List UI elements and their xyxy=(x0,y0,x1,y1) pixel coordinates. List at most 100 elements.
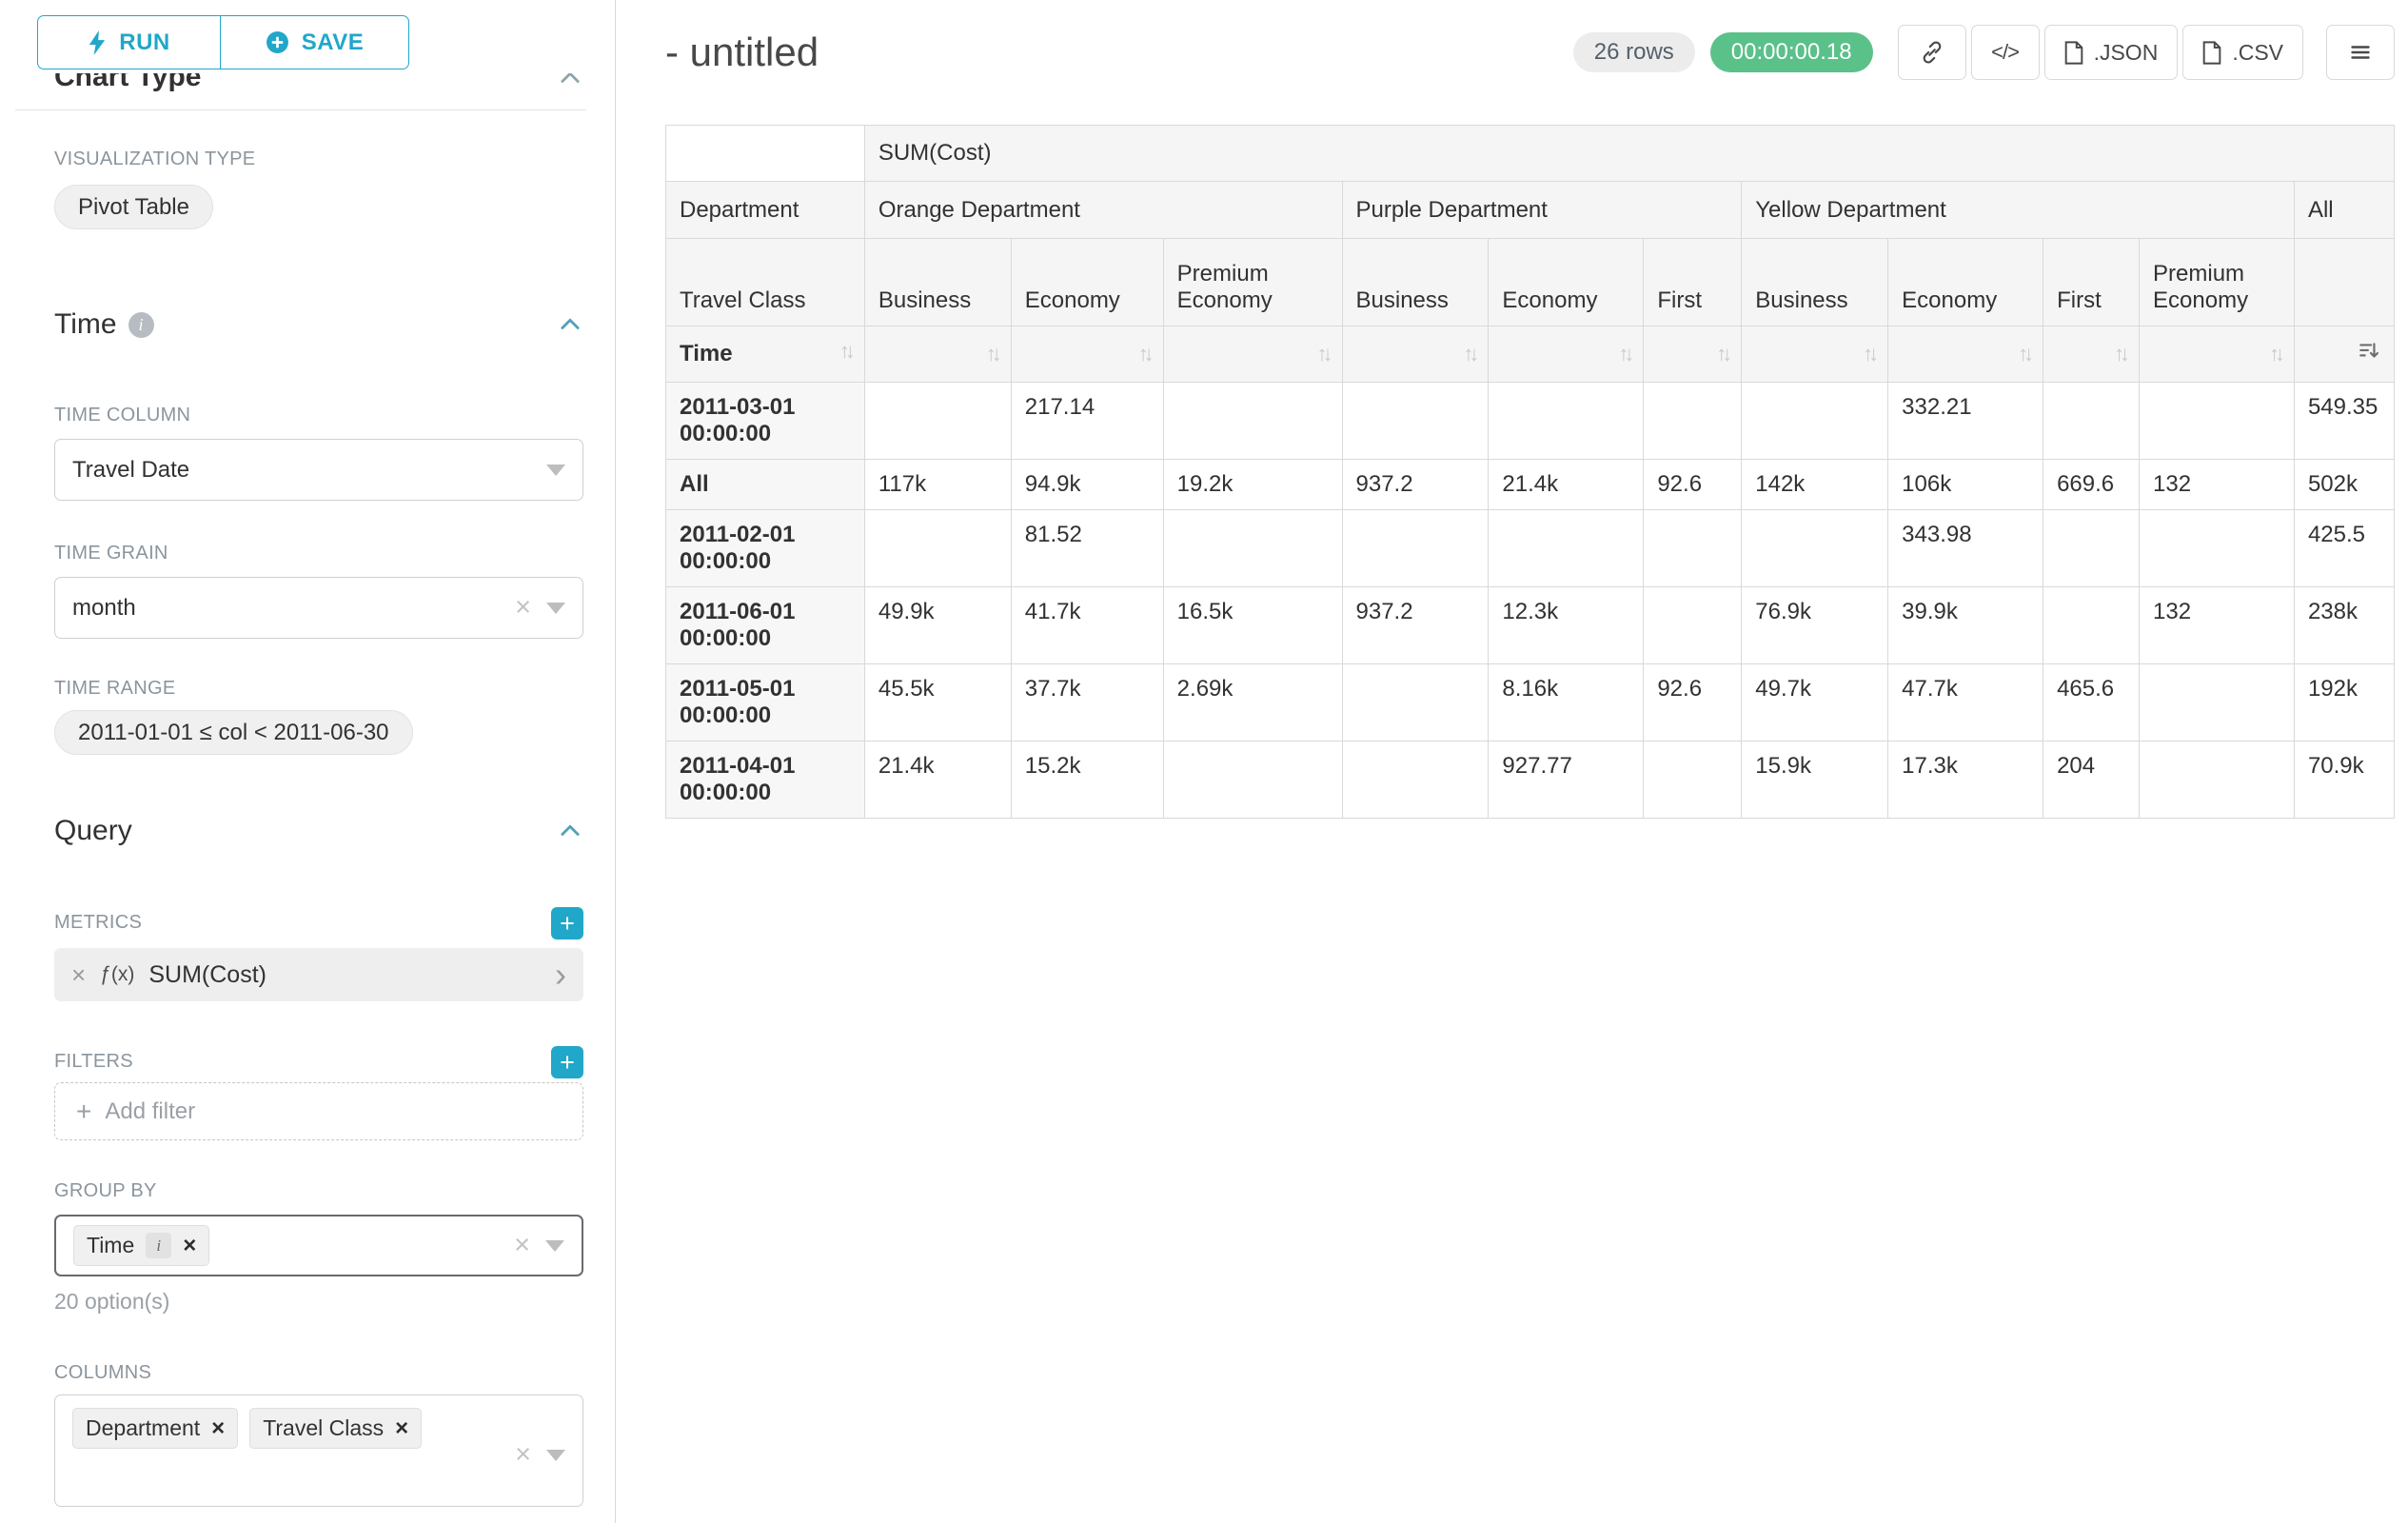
group-by-options-count: 20 option(s) xyxy=(54,1289,583,1315)
pivot-class-header: Economy xyxy=(1489,239,1644,326)
filters-label: FILTERS xyxy=(54,1051,133,1074)
more-options-button[interactable] xyxy=(2326,25,2395,80)
pivot-value-cell: 192k xyxy=(2294,664,2394,742)
chart-type-section: Chart Type xyxy=(54,73,583,102)
pivot-sort-cell[interactable]: ↑↓ xyxy=(1742,326,1888,383)
info-icon[interactable]: i xyxy=(146,1233,171,1258)
pivot-dimension-header: Department xyxy=(666,182,865,239)
metric-item[interactable]: × ƒ(x) SUM(Cost) › xyxy=(54,948,583,1001)
save-button-label: SAVE xyxy=(302,30,365,56)
row-count-badge: 26 rows xyxy=(1573,32,1695,72)
pivot-sort-cell[interactable]: ↑↓ xyxy=(1888,326,2043,383)
sort-icon[interactable]: ↑↓ xyxy=(1317,344,1329,365)
add-filter-plus-button[interactable]: + xyxy=(551,1046,583,1078)
remove-tag-icon[interactable]: × xyxy=(395,1417,408,1440)
chart-toolbar: 26 rows 00:00:00.18 </> xyxy=(1573,25,2395,80)
visualization-type-pill[interactable]: Pivot Table xyxy=(54,185,213,229)
time-section-title: Time xyxy=(54,308,117,341)
file-icon xyxy=(2202,41,2221,65)
sort-icon[interactable]: ↑↓ xyxy=(1138,344,1150,365)
pivot-value-cell xyxy=(864,383,1011,460)
sort-icon[interactable]: ↑↓ xyxy=(2018,344,2029,365)
pivot-value-cell: 2.69k xyxy=(1163,664,1342,742)
chevron-up-icon[interactable] xyxy=(557,73,583,91)
pivot-class-header: Business xyxy=(1742,239,1888,326)
info-icon[interactable]: i xyxy=(128,312,154,338)
chevron-up-icon[interactable] xyxy=(557,818,583,844)
clear-icon[interactable]: × xyxy=(515,594,531,622)
selected-option-tag[interactable]: Travel Class× xyxy=(249,1408,422,1449)
pivot-class-header: Premium Economy xyxy=(2140,239,2295,326)
chevron-up-icon[interactable] xyxy=(557,311,583,338)
section-divider xyxy=(15,109,586,110)
pivot-sort-cell[interactable]: ↑↓ xyxy=(864,326,1011,383)
pivot-value-cell: 15.2k xyxy=(1011,742,1163,819)
remove-tag-icon[interactable]: × xyxy=(183,1235,196,1257)
sort-icon[interactable]: ↑↓ xyxy=(2269,344,2280,365)
time-grain-select[interactable]: month × xyxy=(54,577,583,639)
add-filter-dropzone[interactable]: + Add filter xyxy=(54,1082,583,1140)
sort-icon[interactable]: ↑↓ xyxy=(1716,344,1727,365)
sort-icon[interactable]: ↑↓ xyxy=(839,341,851,362)
caret-down-icon xyxy=(545,1240,564,1252)
pivot-value-cell xyxy=(864,510,1011,587)
tag-label: Time xyxy=(87,1233,134,1258)
pivot-sort-cell[interactable]: ↑↓ xyxy=(2140,326,2295,383)
sort-desc-icon[interactable] xyxy=(2358,340,2380,369)
time-grain-value: month xyxy=(72,595,136,622)
pivot-value-cell xyxy=(1644,587,1742,664)
chart-panel: - untitled 26 rows 00:00:00.18 </> xyxy=(616,0,2408,1523)
pivot-value-cell: 21.4k xyxy=(1489,460,1644,510)
pivot-sort-cell[interactable] xyxy=(2294,326,2394,383)
columns-select[interactable]: Department× Travel Class× × xyxy=(54,1394,583,1507)
pivot-sort-cell[interactable]: ↑↓ xyxy=(1342,326,1489,383)
sort-icon[interactable]: ↑↓ xyxy=(1463,344,1474,365)
caret-down-icon xyxy=(546,1450,565,1461)
visualization-type-label: VISUALIZATION TYPE xyxy=(54,148,583,171)
time-range-pill[interactable]: 2011-01-01 ≤ col < 2011-06-30 xyxy=(54,710,413,755)
pivot-row-label: 2011-06-01 00:00:00 xyxy=(666,587,865,664)
sort-icon[interactable]: ↑↓ xyxy=(2114,344,2125,365)
time-grain-label: TIME GRAIN xyxy=(54,543,583,565)
clear-icon[interactable]: × xyxy=(514,1232,530,1259)
pivot-sort-cell[interactable]: ↑↓ xyxy=(1163,326,1342,383)
pivot-row-dimension-header[interactable]: Time↑↓ xyxy=(666,326,865,383)
selected-option-tag[interactable]: Department× xyxy=(72,1408,238,1449)
pivot-group-header: All xyxy=(2294,182,2394,239)
remove-tag-icon[interactable]: × xyxy=(211,1417,225,1440)
pivot-value-cell xyxy=(2140,742,2295,819)
chevron-right-icon[interactable]: › xyxy=(555,958,566,992)
sort-icon[interactable]: ↑↓ xyxy=(1618,344,1629,365)
add-metric-button[interactable]: + xyxy=(551,907,583,940)
sort-icon[interactable]: ↑↓ xyxy=(1863,344,1874,365)
pivot-value-cell xyxy=(2043,383,2140,460)
clear-icon[interactable]: × xyxy=(515,1441,531,1469)
pivot-sort-cell[interactable]: ↑↓ xyxy=(1011,326,1163,383)
pivot-value-cell: 17.3k xyxy=(1888,742,2043,819)
share-link-button[interactable] xyxy=(1898,25,1966,80)
pivot-class-header xyxy=(2294,239,2394,326)
pivot-value-cell: 37.7k xyxy=(1011,664,1163,742)
pivot-value-cell: 76.9k xyxy=(1742,587,1888,664)
pivot-sort-cell[interactable]: ↑↓ xyxy=(1644,326,1742,383)
selected-option-tag[interactable]: Timei × xyxy=(73,1225,209,1266)
pivot-value-cell: 238k xyxy=(2294,587,2394,664)
save-button[interactable]: SAVE xyxy=(221,15,409,69)
pivot-row-label: 2011-03-01 00:00:00 xyxy=(666,383,865,460)
run-button[interactable]: RUN xyxy=(37,15,221,69)
chart-title[interactable]: - untitled xyxy=(665,30,819,75)
time-column-select[interactable]: Travel Date xyxy=(54,439,583,501)
group-by-select[interactable]: Timei × × xyxy=(54,1215,583,1276)
remove-metric-icon[interactable]: × xyxy=(71,960,86,990)
view-query-button[interactable]: </> xyxy=(1971,25,2040,80)
pivot-sort-cell[interactable]: ↑↓ xyxy=(1489,326,1644,383)
pivot-class-header: Economy xyxy=(1888,239,2043,326)
pivot-value-cell: 92.6 xyxy=(1644,664,1742,742)
chart-header: - untitled 26 rows 00:00:00.18 </> xyxy=(616,0,2408,80)
export-csv-button[interactable]: .CSV xyxy=(2182,25,2303,80)
pivot-sort-cell[interactable]: ↑↓ xyxy=(2043,326,2140,383)
sort-icon[interactable]: ↑↓ xyxy=(986,344,997,365)
pivot-value-cell: 465.6 xyxy=(2043,664,2140,742)
query-section-header: Query xyxy=(54,814,583,848)
export-json-button[interactable]: .JSON xyxy=(2044,25,2179,80)
